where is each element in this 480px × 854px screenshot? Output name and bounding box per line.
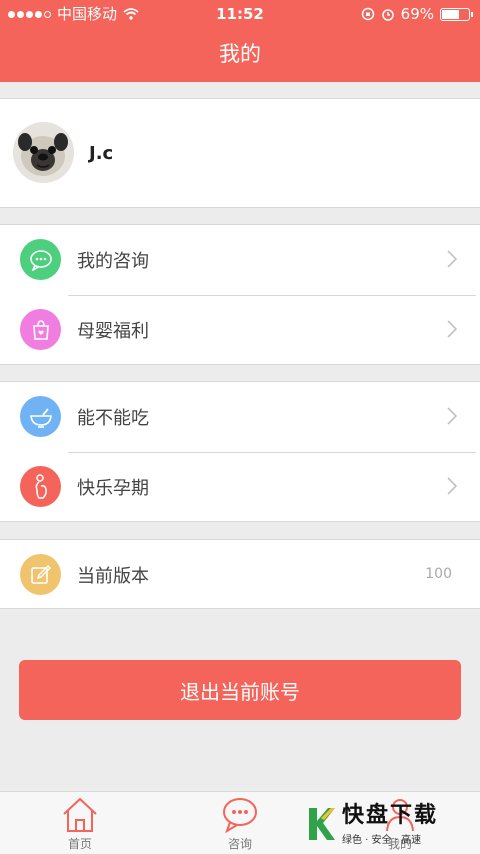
pregnant-woman-icon — [20, 466, 61, 507]
chevron-right-icon — [447, 477, 458, 495]
watermark-subtext: 绿色 · 安全 · 高速 — [342, 834, 422, 846]
avatar[interactable] — [13, 122, 74, 183]
header-bar: 中国移动 11:52 69% 我的 — [0, 0, 480, 82]
bowl-icon — [20, 396, 61, 437]
menu-item-label: 母婴福利 — [77, 321, 149, 342]
home-icon — [63, 797, 97, 832]
menu-item-pregnancy[interactable]: 快乐孕期 — [0, 452, 480, 522]
tab-label: 首页 — [67, 837, 92, 851]
menu-item-label: 我的咨询 — [77, 251, 149, 272]
menu-group-1: 我的咨询 母婴福利 — [0, 224, 480, 365]
chevron-right-icon — [447, 320, 458, 338]
menu-group-3: 当前版本 100 — [0, 539, 480, 609]
edit-icon — [20, 554, 61, 595]
menu-item-label: 能不能吃 — [77, 408, 149, 429]
menu-group-2: 能不能吃 快乐孕期 — [0, 381, 480, 522]
tab-label: 咨询 — [227, 837, 252, 851]
watermark-logo: 快盘下载 绿色 · 安全 · 高速 — [306, 798, 476, 850]
version-value: 100 — [425, 566, 452, 582]
tab-consult[interactable]: 咨询 — [200, 796, 280, 852]
menu-item-welfare[interactable]: 母婴福利 — [0, 295, 480, 365]
menu-item-version[interactable]: 当前版本 100 — [0, 540, 480, 610]
menu-item-label: 当前版本 — [77, 566, 149, 587]
status-bar: 中国移动 11:52 69% — [0, 0, 480, 28]
chevron-right-icon — [447, 250, 458, 268]
rotation-lock-icon — [361, 7, 374, 21]
battery-icon — [440, 7, 473, 21]
watermark-text: 快盘下载 — [342, 802, 439, 828]
chevron-right-icon — [447, 407, 458, 425]
pug-avatar-image — [13, 122, 74, 183]
alarm-icon — [381, 9, 394, 21]
username: J.c — [89, 143, 114, 164]
menu-item-can-eat[interactable]: 能不能吃 — [0, 382, 480, 452]
tab-home[interactable]: 首页 — [40, 796, 120, 852]
menu-item-consult[interactable]: 我的咨询 — [0, 225, 480, 295]
profile-card[interactable]: J.c — [0, 98, 480, 208]
logout-button[interactable]: 退出当前账号 — [19, 660, 461, 720]
menu-item-label: 快乐孕期 — [77, 478, 149, 499]
gift-bag-icon — [20, 309, 61, 350]
chat-icon — [223, 798, 257, 834]
k-logo-icon — [309, 808, 335, 840]
chat-bubble-icon — [20, 239, 61, 280]
page-title: 我的 — [219, 42, 261, 66]
battery-percent: 69% — [400, 5, 434, 23]
